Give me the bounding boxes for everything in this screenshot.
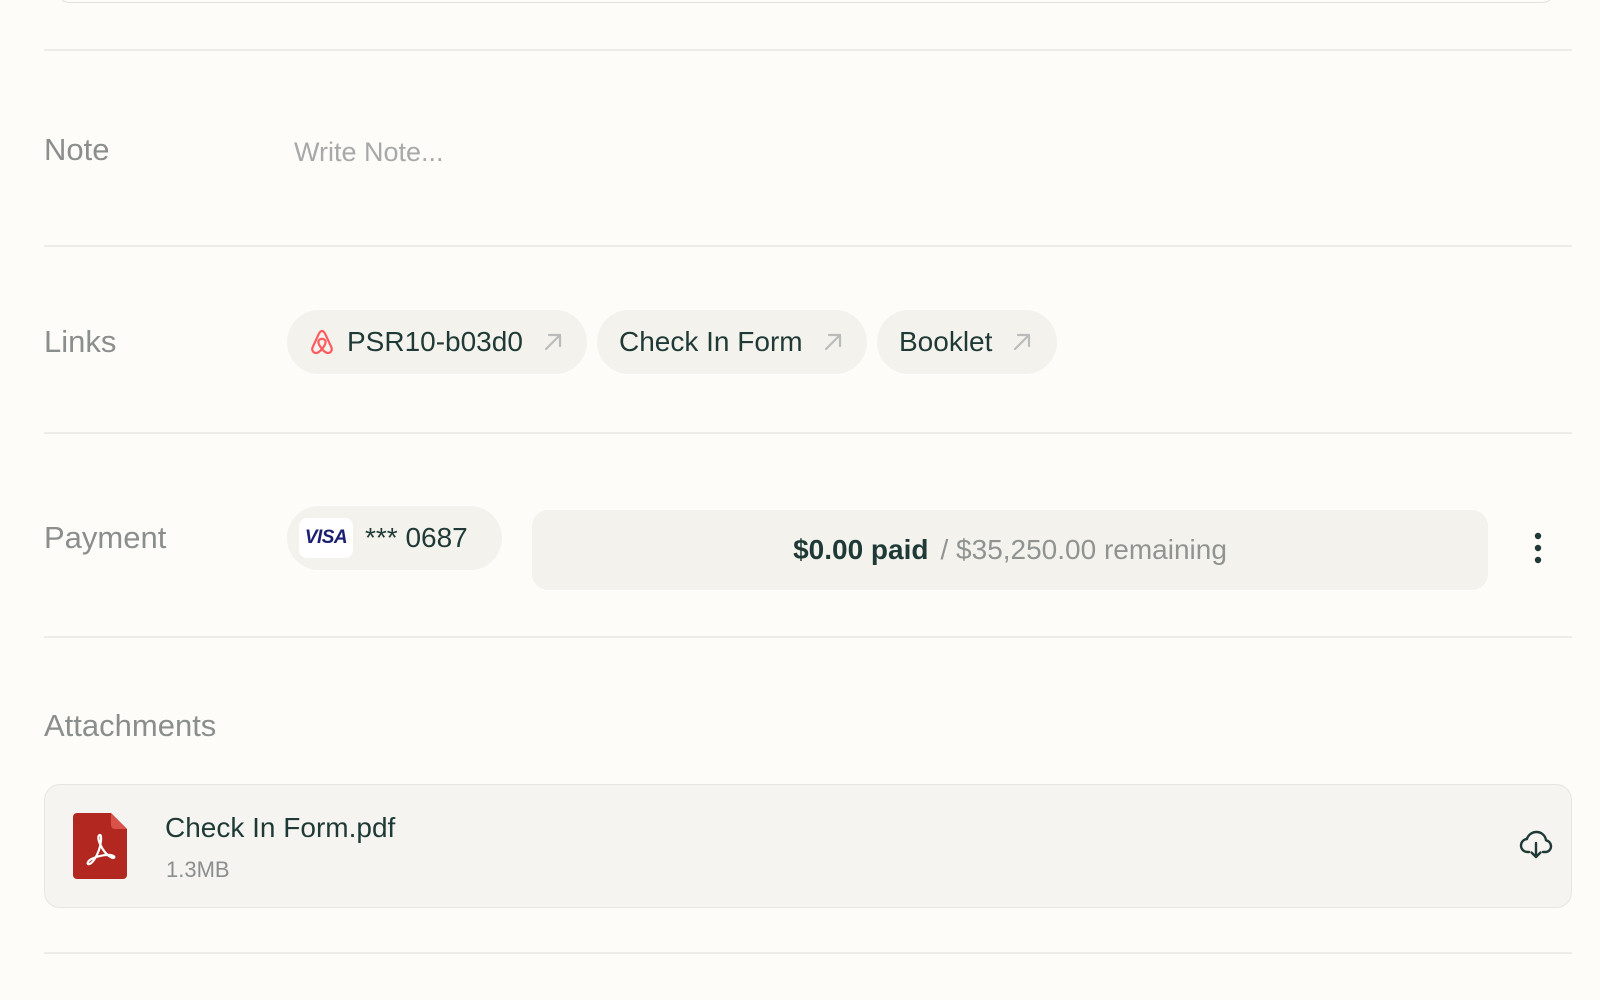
note-label: Note <box>44 132 110 167</box>
reservation-details: Note Links PSR10-b03d0 Check In Form Boo… <box>0 0 1600 1000</box>
link-check-in-form[interactable]: Check In Form <box>597 310 867 374</box>
download-cloud-icon <box>1519 830 1553 865</box>
previous-field[interactable] <box>56 0 1556 3</box>
external-arrow-icon <box>821 330 845 354</box>
attachment-item[interactable]: Check In Form.pdf 1.3MB <box>44 784 1572 908</box>
pdf-file-icon <box>73 813 127 884</box>
remaining-amount: / $35,250.00 remaining <box>940 534 1227 565</box>
paid-amount: $0.00 paid <box>793 534 929 565</box>
link-label: PSR10-b03d0 <box>347 326 523 357</box>
divider <box>44 952 1572 954</box>
link-booklet[interactable]: Booklet <box>877 310 1057 374</box>
payment-status-bar: $0.00 paid / $35,250.00 remaining <box>532 510 1488 590</box>
divider <box>44 245 1572 247</box>
visa-card-icon: VISA <box>299 518 353 558</box>
file-name: Check In Form.pdf <box>165 812 396 843</box>
payment-more-button[interactable] <box>1518 526 1558 574</box>
file-size: 1.3MB <box>166 857 230 882</box>
divider <box>44 49 1572 51</box>
payment-card[interactable]: VISA *** 0687 <box>287 506 502 570</box>
note-input[interactable] <box>294 132 1494 172</box>
more-vertical-icon <box>1533 531 1543 570</box>
links-label: Links <box>44 324 117 359</box>
airbnb-icon <box>309 328 335 356</box>
external-arrow-icon <box>541 330 565 354</box>
payment-label: Payment <box>44 520 167 555</box>
link-label: Booklet <box>899 326 993 357</box>
link-reservation[interactable]: PSR10-b03d0 <box>287 310 587 374</box>
divider <box>44 636 1572 638</box>
card-number: *** 0687 <box>365 522 468 553</box>
download-button[interactable] <box>1518 829 1554 865</box>
external-arrow-icon <box>1010 330 1034 354</box>
attachments-label: Attachments <box>44 708 217 743</box>
link-label: Check In Form <box>619 326 803 357</box>
divider <box>44 432 1572 434</box>
